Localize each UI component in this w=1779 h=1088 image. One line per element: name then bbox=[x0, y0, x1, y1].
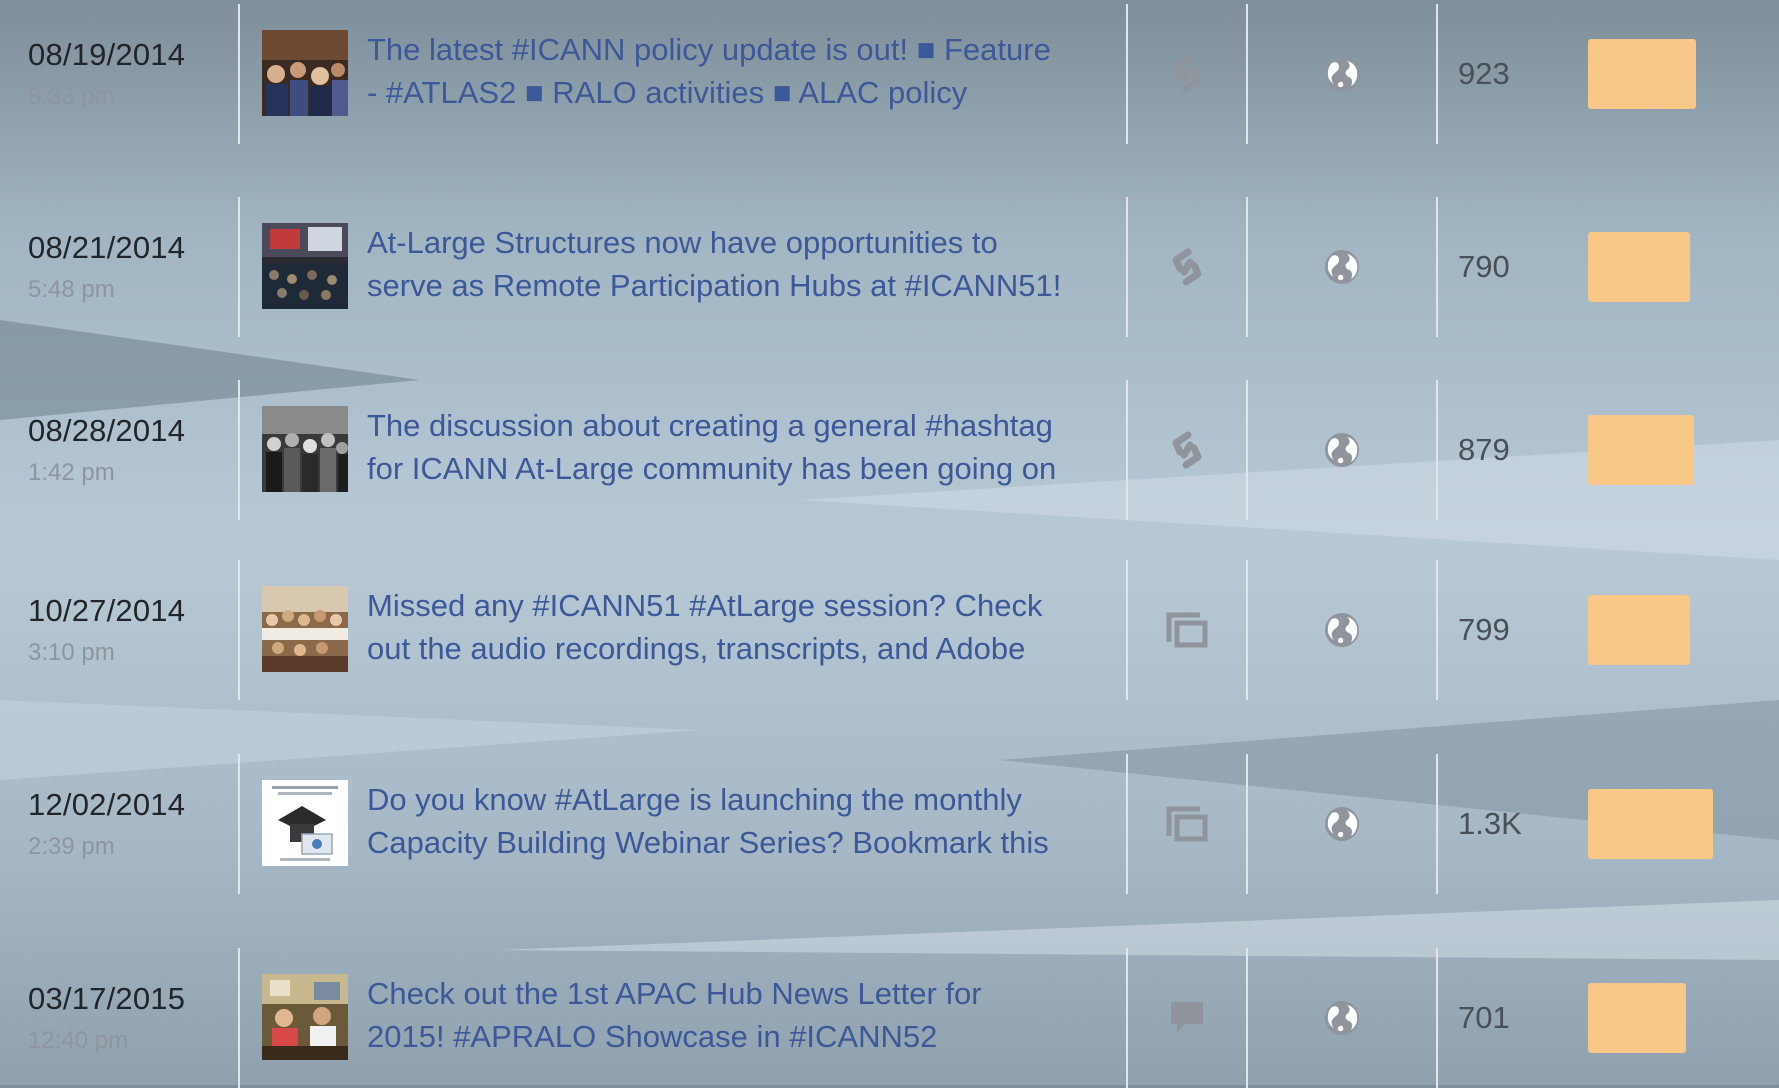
reach-count: 790 bbox=[1458, 249, 1510, 284]
link-icon bbox=[1172, 55, 1202, 93]
reach-count: 1.3K bbox=[1458, 806, 1522, 841]
album-icon bbox=[1166, 806, 1208, 842]
post-message-link[interactable]: At-Large Structures now have opportuniti… bbox=[367, 221, 1097, 307]
globe-icon bbox=[1325, 250, 1359, 284]
reach-count: 701 bbox=[1458, 1000, 1510, 1035]
reach-bar bbox=[1588, 595, 1690, 665]
globe-icon bbox=[1325, 57, 1359, 91]
post-time: 1:42 pm bbox=[28, 459, 115, 486]
globe-icon bbox=[1325, 807, 1359, 841]
post-date: 08/19/2014 bbox=[28, 37, 186, 72]
post-time: 5:48 pm bbox=[28, 276, 115, 303]
post-time: 2:39 pm bbox=[28, 833, 115, 860]
post-date: 08/21/2014 bbox=[28, 230, 186, 265]
post-thumbnail[interactable] bbox=[262, 406, 348, 492]
globe-icon bbox=[1325, 433, 1359, 467]
post-message-link[interactable]: The latest #ICANN policy update is out! … bbox=[367, 28, 1097, 114]
reach-count: 923 bbox=[1458, 56, 1510, 91]
reach-count: 799 bbox=[1458, 612, 1510, 647]
post-message-link[interactable]: Check out the 1st APAC Hub News Letter f… bbox=[367, 972, 1097, 1058]
post-date: 10/27/2014 bbox=[28, 593, 186, 628]
reach-bar bbox=[1588, 789, 1713, 859]
reach-bar bbox=[1588, 983, 1686, 1053]
post-thumbnail[interactable] bbox=[262, 223, 348, 309]
post-time: 8:33 pm bbox=[28, 83, 115, 110]
album-icon bbox=[1166, 612, 1208, 648]
post-time: 3:10 pm bbox=[28, 639, 115, 666]
globe-icon bbox=[1325, 613, 1359, 647]
reach-bar bbox=[1588, 39, 1696, 109]
status-icon bbox=[1171, 1002, 1203, 1033]
post-time: 12:40 pm bbox=[28, 1027, 129, 1054]
post-date: 12/02/2014 bbox=[28, 787, 186, 822]
reach-bar bbox=[1588, 415, 1694, 485]
post-thumbnail[interactable] bbox=[262, 780, 348, 866]
post-thumbnail[interactable] bbox=[262, 974, 348, 1060]
reach-count: 879 bbox=[1458, 432, 1510, 467]
post-date: 03/17/2015 bbox=[28, 981, 186, 1016]
link-icon bbox=[1172, 431, 1202, 469]
post-thumbnail[interactable] bbox=[262, 586, 348, 672]
post-message-link[interactable]: The discussion about creating a general … bbox=[367, 404, 1097, 490]
post-thumbnail[interactable] bbox=[262, 30, 348, 116]
post-message-link[interactable]: Do you know #AtLarge is launching the mo… bbox=[367, 778, 1097, 864]
post-message-link[interactable]: Missed any #ICANN51 #AtLarge session? Ch… bbox=[367, 584, 1097, 670]
link-icon bbox=[1172, 248, 1202, 286]
background-backdrop bbox=[0, 320, 1779, 960]
globe-icon bbox=[1325, 1001, 1359, 1035]
reach-bar bbox=[1588, 232, 1690, 302]
post-date: 08/28/2014 bbox=[28, 413, 186, 448]
